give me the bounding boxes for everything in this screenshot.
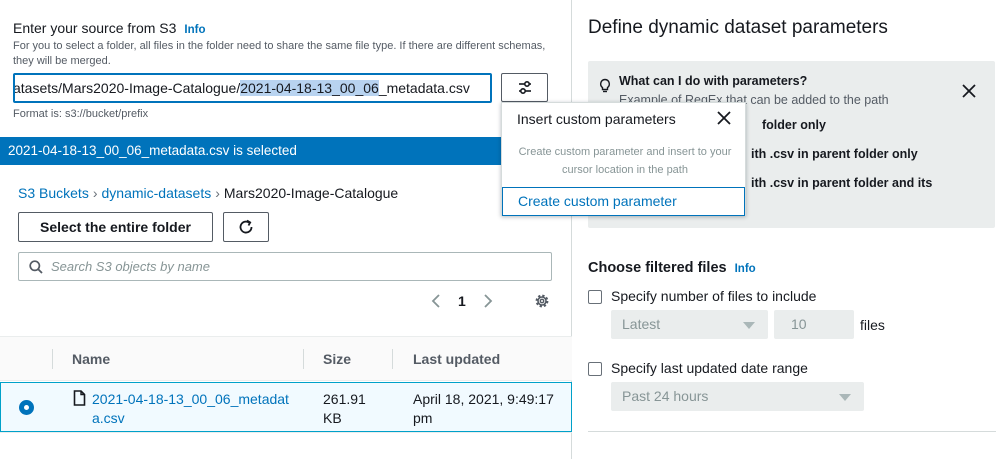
table-row[interactable]: 2021-04-18-13_00_06_metadata.csv 261.91 … xyxy=(0,382,572,432)
refresh-icon xyxy=(239,219,253,234)
date-range-select[interactable]: Past 24 hours xyxy=(611,382,864,411)
count-mode-select[interactable]: Latest xyxy=(611,310,768,339)
help-line-2: ith .csv in parent folder only xyxy=(751,147,918,161)
path-highlight: 2021-04-18-13_00_06 xyxy=(240,80,379,96)
filter-section-title: Choose filtered files Info xyxy=(588,260,756,276)
dropdown-arrow-icon xyxy=(743,322,755,329)
settings-sliders-icon xyxy=(518,80,531,94)
right-panel: Define dynamic dataset parameters What c… xyxy=(573,0,1000,459)
table-header: Name Size Last updated xyxy=(0,336,572,381)
filter-title-text: Choose filtered files xyxy=(588,260,727,276)
column-divider xyxy=(303,349,304,369)
left-panel: Enter your source from S3 Info For you to… xyxy=(0,0,572,459)
source-info-link[interactable]: Info xyxy=(184,24,205,36)
select-entire-folder-button[interactable]: Select the entire folder xyxy=(18,212,213,242)
panel-title: Define dynamic dataset parameters xyxy=(588,17,888,38)
format-hint: Format is: s3://bucket/prefix xyxy=(13,108,149,120)
lightbulb-icon xyxy=(600,78,610,93)
file-last-updated: April 18, 2021, 9:49:17 pm xyxy=(413,391,554,426)
count-checkbox-label: Specify number of files to include xyxy=(611,288,817,304)
breadcrumb-dynamic-datasets[interactable]: dynamic-datasets xyxy=(102,185,212,201)
section-divider xyxy=(588,431,996,432)
column-header-size[interactable]: Size xyxy=(323,351,351,367)
count-input[interactable]: 10 xyxy=(774,310,854,339)
source-title: Enter your source from S3 Info xyxy=(13,20,205,36)
source-title-text: Enter your source from S3 xyxy=(13,20,177,36)
files-label: files xyxy=(860,317,885,333)
gear-icon[interactable] xyxy=(533,292,551,310)
chevron-right-icon[interactable] xyxy=(482,293,494,309)
create-custom-parameter-item[interactable]: Create custom parameter xyxy=(502,187,745,216)
row-radio[interactable] xyxy=(19,400,34,415)
file-icon xyxy=(73,390,86,406)
breadcrumb-current: Mars2020-Image-Catalogue xyxy=(223,185,399,201)
column-header-last-updated[interactable]: Last updated xyxy=(413,351,500,367)
chevron-left-icon[interactable] xyxy=(430,293,442,309)
selection-banner: 2021-04-18-13_00_06_metadata.csv is sele… xyxy=(0,137,572,165)
path-prefix: atasets/Mars2020-Image-Catalogue/ xyxy=(13,80,241,96)
date-range-checkbox-label: Specify last updated date range xyxy=(611,360,808,376)
custom-parameters-button[interactable] xyxy=(501,73,548,102)
file-name-link[interactable]: 2021-04-18-13_00_06_metadata.csv xyxy=(92,390,292,428)
search-input[interactable] xyxy=(51,259,531,274)
help-line-3: ith .csv in parent folder and its xyxy=(751,176,933,190)
path-suffix: _metadata.csv xyxy=(378,80,470,96)
page-number[interactable]: 1 xyxy=(458,293,466,309)
table-bottom-divider xyxy=(0,432,572,433)
source-path-input[interactable]: atasets/Mars2020-Image-Catalogue/2021-04… xyxy=(13,73,492,103)
count-mode-value: Latest xyxy=(622,316,661,332)
dropdown-arrow-icon xyxy=(839,394,851,401)
file-size: 261.91 KB xyxy=(323,391,366,426)
help-question: What can I do with parameters? xyxy=(619,74,808,88)
source-help-text: For you to select a folder, all files in… xyxy=(13,40,546,67)
search-box[interactable] xyxy=(18,252,552,281)
column-divider xyxy=(392,349,393,369)
breadcrumb-separator-icon: › xyxy=(215,185,220,201)
column-divider xyxy=(52,349,53,369)
column-header-name[interactable]: Name xyxy=(72,351,110,367)
search-icon xyxy=(29,259,43,274)
refresh-button[interactable] xyxy=(223,212,269,242)
pagination: 1 xyxy=(430,293,494,309)
breadcrumb-separator-icon: › xyxy=(92,185,98,201)
breadcrumb-s3-buckets[interactable]: S3 Buckets xyxy=(18,185,89,201)
close-icon[interactable] xyxy=(961,83,977,99)
date-range-checkbox[interactable] xyxy=(588,362,602,376)
breadcrumb: S3 Buckets › dynamic-datasets › Mars2020… xyxy=(18,185,398,201)
popover-title: Insert custom parameters xyxy=(517,111,676,127)
filter-info-link[interactable]: Info xyxy=(735,263,756,275)
close-icon[interactable] xyxy=(716,110,732,126)
date-range-value: Past 24 hours xyxy=(622,388,709,404)
count-checkbox[interactable] xyxy=(588,290,602,304)
popover-description: Create custom parameter and insert to yo… xyxy=(518,146,732,176)
help-line-1: folder only xyxy=(762,118,826,132)
custom-parameters-popover: Insert custom parameters Create custom p… xyxy=(501,102,746,216)
